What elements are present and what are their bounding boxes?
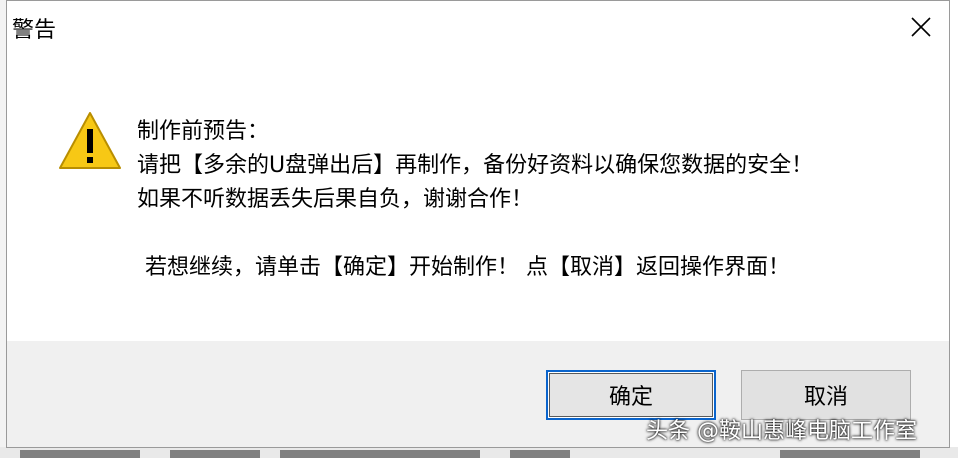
dialog-content: 制作前预告： 请把【多余的U盘弹出后】再制作，备份好资料以确保您数据的安全！ 如… [7,55,949,341]
watermark-text: 头条 @鞍山惠峰电脑工作室 [646,419,917,444]
background-window-bottom [0,447,958,458]
message-line-1: 请把【多余的U盘弹出后】再制作，备份好资料以确保您数据的安全！ [137,153,814,178]
close-button[interactable] [903,9,939,45]
message-line-3: 若想继续，请单击【确定】开始制作！ 点【取消】返回操作界面！ [145,255,790,280]
warning-icon [59,112,121,169]
close-icon [911,17,931,37]
message-heading: 制作前预告： [137,119,270,144]
message-line-2: 如果不听数据丢失后果自负，谢谢合作！ [137,187,534,212]
dialog-titlebar: 警告 [7,1,949,55]
dialog-title: 警告 [12,18,57,43]
warning-dialog: 警告 制作前预告： 请把【多余的U盘弹出后】再制作，备份好资料以确保您数据的安全… [6,0,950,448]
